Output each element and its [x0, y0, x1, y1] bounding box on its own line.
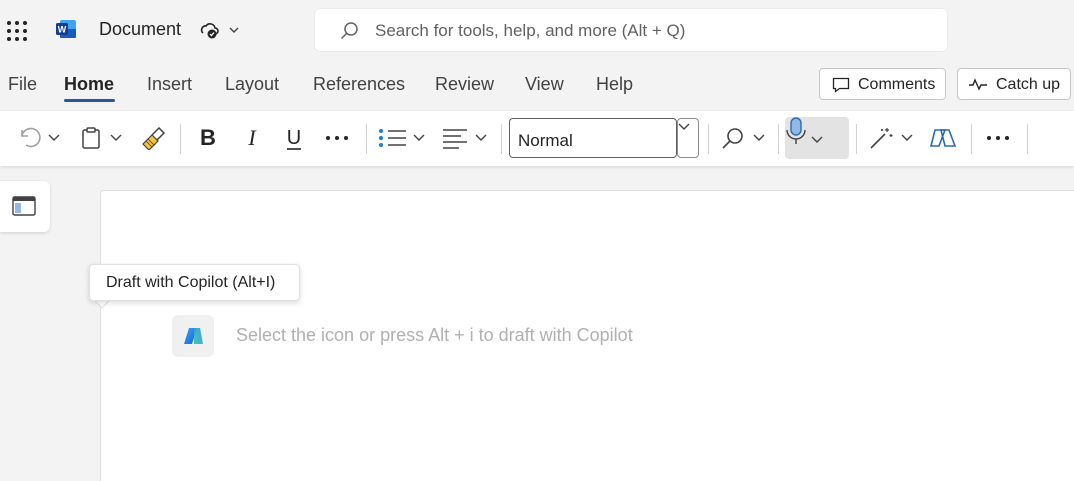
separator	[778, 124, 779, 154]
tab-insert[interactable]: Insert	[147, 74, 192, 95]
separator	[366, 124, 367, 154]
document-title[interactable]: Document	[99, 19, 181, 40]
comments-button[interactable]: Comments	[819, 68, 946, 100]
separator	[1027, 124, 1028, 154]
more-options-button[interactable]	[984, 123, 1014, 153]
format-painter-button[interactable]	[140, 123, 168, 153]
tab-review[interactable]: Review	[435, 74, 494, 95]
paste-button[interactable]	[80, 123, 126, 153]
more-font-options-button[interactable]	[323, 123, 351, 153]
chevron-down-icon	[901, 134, 913, 141]
menu-bar: File Home Insert Layout References Revie…	[0, 62, 1074, 107]
search-placeholder: Search for tools, help, and more (Alt + …	[375, 21, 686, 40]
chevron-down-icon[interactable]	[228, 24, 240, 36]
separator	[971, 124, 972, 154]
chevron-down-icon	[678, 123, 690, 130]
more-icon	[987, 136, 1009, 140]
chevron-down-icon	[48, 134, 60, 141]
svg-text:B: B	[200, 125, 216, 150]
catch-up-button[interactable]: Catch up	[957, 68, 1071, 100]
ribbon-toolbar: B I U Normal	[0, 111, 1074, 166]
align-button[interactable]	[441, 123, 491, 153]
bold-button[interactable]: B	[196, 123, 220, 153]
word-logo-icon: W	[56, 20, 76, 38]
chevron-down-icon	[753, 134, 765, 141]
tab-home[interactable]: Home	[64, 74, 114, 95]
underline-button[interactable]: U	[282, 123, 306, 153]
search-box[interactable]: Search for tools, help, and more (Alt + …	[314, 8, 948, 52]
copilot-tooltip: Draft with Copilot (Alt+I)	[89, 264, 300, 301]
chevron-down-icon	[413, 134, 425, 141]
pulse-icon	[969, 78, 987, 91]
title-bar: W Document Search for tools, help, and m…	[0, 0, 1074, 60]
search-icon	[722, 128, 743, 149]
chevron-down-icon	[475, 134, 487, 141]
tab-layout[interactable]: Layout	[225, 74, 279, 95]
underline-icon: U	[287, 127, 301, 150]
tab-references[interactable]: References	[313, 74, 405, 95]
bullets-button[interactable]	[378, 123, 428, 153]
tab-file[interactable]: File	[8, 74, 37, 95]
bold-icon: B	[200, 125, 216, 150]
tab-view[interactable]: View	[525, 74, 564, 95]
chevron-down-icon	[811, 136, 823, 143]
active-tab-indicator	[64, 99, 115, 102]
italic-button[interactable]: I	[240, 123, 264, 153]
more-icon	[326, 136, 348, 140]
format-painter-icon	[142, 126, 166, 150]
align-left-icon	[443, 129, 467, 149]
chevron-down-icon	[110, 134, 122, 141]
microphone-icon	[786, 117, 806, 144]
copilot-icon	[184, 328, 203, 344]
svg-text:U: U	[287, 127, 301, 149]
comment-icon	[832, 77, 850, 93]
cloud-saved-icon[interactable]	[199, 20, 219, 40]
tab-help[interactable]: Help	[596, 74, 633, 95]
comments-label: Comments	[858, 76, 936, 93]
italic-icon: I	[247, 125, 257, 150]
tooltip-text: Draft with Copilot (Alt+I)	[106, 274, 276, 291]
magic-wand-icon	[870, 128, 893, 149]
separator	[180, 124, 181, 154]
navigation-pane-button[interactable]	[0, 181, 50, 232]
copilot-ribbon-button[interactable]	[929, 123, 959, 153]
find-button[interactable]	[720, 123, 770, 153]
styles-combobox[interactable]: Normal	[509, 118, 677, 158]
undo-button[interactable]	[15, 123, 63, 153]
separator	[501, 124, 502, 154]
undo-icon	[21, 127, 41, 148]
dictate-button[interactable]	[785, 117, 849, 159]
app-launcher-icon[interactable]	[7, 21, 27, 41]
clipboard-icon	[82, 127, 100, 149]
separator	[856, 124, 857, 154]
svg-text:W: W	[58, 25, 67, 35]
copilot-icon	[929, 129, 957, 147]
separator	[708, 124, 709, 154]
style-value: Normal	[518, 131, 573, 150]
navigation-pane-icon	[12, 196, 36, 216]
search-icon	[340, 22, 358, 40]
styles-dropdown-button[interactable]	[677, 118, 699, 158]
editor-button[interactable]	[868, 123, 916, 153]
bullet-list-icon	[379, 129, 406, 147]
svg-text:I: I	[247, 125, 257, 150]
catch-up-label: Catch up	[996, 76, 1061, 93]
draft-with-copilot-button[interactable]	[172, 315, 214, 357]
copilot-hint-text: Select the icon or press Alt + i to draf…	[236, 325, 633, 345]
